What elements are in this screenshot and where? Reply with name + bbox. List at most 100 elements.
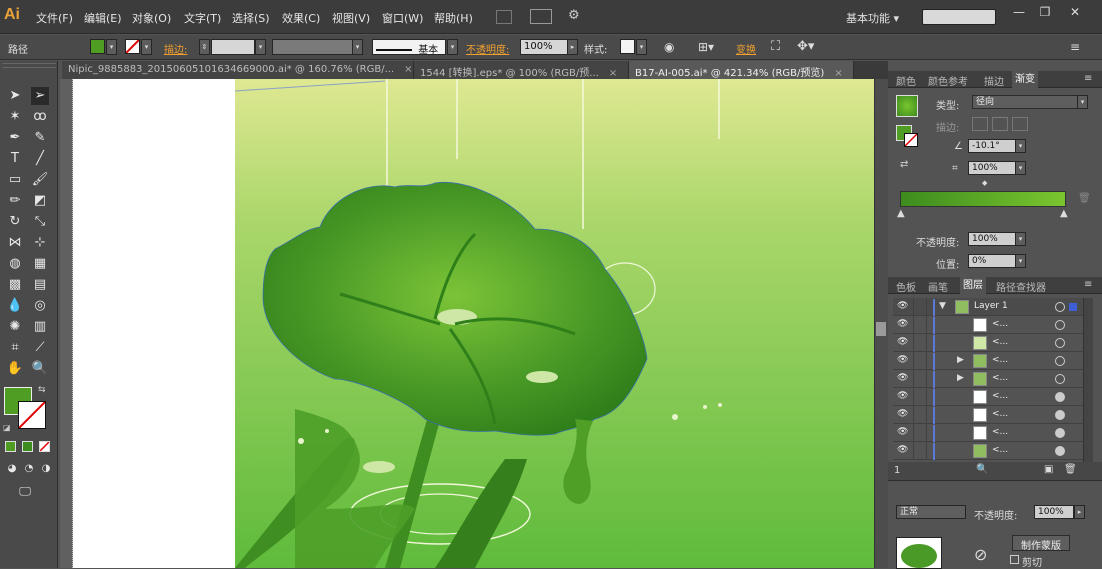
- rotate-icon[interactable]: ↻: [6, 213, 24, 231]
- fill-dropdown[interactable]: ▾: [106, 39, 117, 55]
- stroke-swatch[interactable]: [125, 39, 140, 54]
- sublayer-row[interactable]: 👁 <...: [893, 388, 1083, 406]
- restore-icon[interactable]: ❐: [1034, 5, 1056, 21]
- blend-icon[interactable]: ◎: [31, 297, 49, 315]
- perspective-grid-icon[interactable]: ▦: [31, 255, 49, 273]
- sublayer-name[interactable]: <...: [992, 427, 1008, 437]
- gradient-stop-right[interactable]: ▲: [1060, 208, 1068, 219]
- stroke-panel-link[interactable]: 描边:: [164, 41, 187, 56]
- workspace-switcher[interactable]: 基本功能 ▾: [846, 10, 899, 26]
- type-icon[interactable]: T: [6, 150, 24, 168]
- screen-mode-icon[interactable]: 🖵: [16, 482, 34, 500]
- visibility-eye-icon[interactable]: 👁: [897, 391, 911, 403]
- lock-toggle[interactable]: [913, 442, 927, 460]
- lock-toggle[interactable]: [913, 424, 927, 442]
- eraser-icon[interactable]: ◩: [31, 192, 49, 210]
- delete-layer-icon[interactable]: 🗑: [1064, 464, 1077, 475]
- graphic-style-swatch[interactable]: [620, 39, 635, 54]
- symbol-sprayer-icon[interactable]: ✺: [6, 318, 24, 336]
- color-mode-icon[interactable]: [5, 441, 16, 452]
- visibility-eye-icon[interactable]: 👁: [897, 355, 911, 367]
- visibility-eye-icon[interactable]: 👁: [897, 373, 911, 385]
- gradient-stop-left[interactable]: ▲: [897, 208, 905, 219]
- gradient-type-select[interactable]: 径向: [972, 95, 1084, 109]
- menu-select[interactable]: 选择(S): [232, 10, 270, 26]
- sublayer-row[interactable]: 👁 <...: [893, 442, 1083, 460]
- lock-toggle[interactable]: [913, 334, 927, 352]
- menu-object[interactable]: 对象(O): [132, 10, 171, 26]
- pencil-icon[interactable]: ✏: [6, 192, 24, 210]
- visibility-eye-icon[interactable]: 👁: [897, 427, 911, 439]
- layer-name[interactable]: Layer 1: [974, 301, 1008, 311]
- panel-menu-icon[interactable]: ≡: [1084, 279, 1092, 290]
- angle-dropdown[interactable]: ▾: [1015, 139, 1026, 153]
- expand-arrow-icon[interactable]: ▶: [957, 373, 964, 383]
- gradient-midpoint-icon[interactable]: ◆: [982, 179, 987, 187]
- direct-selection-icon[interactable]: ➢: [31, 87, 49, 105]
- transparency-opacity-dropdown[interactable]: ▸: [1074, 505, 1085, 519]
- layer-target-icon[interactable]: [1055, 338, 1065, 348]
- menu-effect[interactable]: 效果(C): [282, 10, 320, 26]
- stroke-color-box[interactable]: [18, 401, 46, 429]
- reverse-gradient-icon[interactable]: ⇄: [900, 159, 908, 170]
- menu-type[interactable]: 文字(T): [184, 10, 221, 26]
- panel-menu-icon[interactable]: ≡: [1084, 73, 1092, 84]
- scale-icon[interactable]: ⤡: [31, 213, 49, 231]
- hand-icon[interactable]: ✋: [6, 360, 24, 378]
- tab-swatches[interactable]: 色板: [896, 279, 916, 294]
- draw-behind-icon[interactable]: ◔: [20, 460, 38, 478]
- layer-target-icon[interactable]: [1055, 320, 1065, 330]
- menu-edit[interactable]: 编辑(E): [84, 10, 122, 26]
- stroke-weight-dropdown[interactable]: ▾: [255, 39, 266, 55]
- curvature-icon[interactable]: ✎: [31, 129, 49, 147]
- aspect-dropdown[interactable]: ▾: [1015, 161, 1026, 175]
- visibility-eye-icon[interactable]: 👁: [897, 409, 911, 421]
- sublayer-name[interactable]: <...: [992, 319, 1008, 329]
- make-mask-button[interactable]: 制作蒙版: [1012, 535, 1070, 552]
- brush-dropdown[interactable]: ▾: [447, 39, 458, 55]
- clip-checkbox[interactable]: [1010, 555, 1019, 564]
- gradient-preview-swatch[interactable]: [896, 95, 918, 117]
- opacity-field[interactable]: 100%: [520, 39, 568, 55]
- delete-stop-icon[interactable]: 🗑: [1078, 193, 1091, 204]
- sublayer-row[interactable]: 👁 <...: [893, 316, 1083, 334]
- layer-target-icon[interactable]: [1055, 374, 1065, 384]
- stroke-dropdown[interactable]: ▾: [141, 39, 152, 55]
- stroke-weight-stepper[interactable]: ⇕: [199, 39, 210, 55]
- close-icon[interactable]: ×: [609, 68, 617, 79]
- sublayer-name[interactable]: <...: [992, 355, 1008, 365]
- layer-target-icon[interactable]: [1055, 446, 1065, 456]
- shape-builder-icon[interactable]: ◍: [6, 255, 24, 273]
- visibility-eye-icon[interactable]: 👁: [897, 319, 911, 331]
- menu-view[interactable]: 视图(V): [332, 10, 370, 26]
- isolate-icon[interactable]: ⛶: [771, 39, 780, 54]
- layer-target-icon[interactable]: [1055, 410, 1065, 420]
- align-icon[interactable]: ⊞▾: [698, 40, 714, 54]
- locate-object-icon[interactable]: 🔍: [976, 464, 988, 475]
- sublayer-row[interactable]: 👁 ▶ <...: [893, 352, 1083, 370]
- shape-options-icon[interactable]: ✥▾: [797, 39, 814, 54]
- gradient-angle-field[interactable]: -10.1°: [968, 139, 1016, 153]
- visibility-eye-icon[interactable]: 👁: [897, 445, 911, 457]
- variable-width-profile[interactable]: [272, 39, 354, 55]
- stop-opacity-field[interactable]: 100%: [968, 232, 1016, 246]
- minimize-icon[interactable]: —: [1008, 5, 1030, 21]
- lock-toggle[interactable]: [913, 388, 927, 406]
- visibility-eye-icon[interactable]: 👁: [897, 337, 911, 349]
- close-icon[interactable]: ✕: [1064, 5, 1086, 21]
- gradient-mode-icon[interactable]: [22, 441, 33, 452]
- tab-layers[interactable]: 图层: [960, 277, 986, 294]
- gradient-type-dropdown[interactable]: ▾: [1077, 95, 1088, 109]
- sublayer-row[interactable]: 👁 <...: [893, 334, 1083, 352]
- column-graph-icon[interactable]: ▥: [31, 318, 49, 336]
- magic-wand-icon[interactable]: ✶: [6, 108, 24, 126]
- artboard-icon[interactable]: ⌗: [6, 339, 24, 357]
- tools-panel-grip[interactable]: [2, 63, 56, 68]
- blend-mode-select[interactable]: 正常: [896, 505, 966, 519]
- tab-pathfinder[interactable]: 路径查找器: [996, 279, 1046, 294]
- lock-toggle[interactable]: [913, 406, 927, 424]
- lock-toggle[interactable]: [913, 298, 927, 316]
- layers-scrollbar[interactable]: [1083, 298, 1093, 462]
- tab-1544-document[interactable]: 1544 [转换].eps* @ 100% (RGB/预... ×: [414, 61, 629, 79]
- stroke-within-icon[interactable]: [972, 117, 988, 131]
